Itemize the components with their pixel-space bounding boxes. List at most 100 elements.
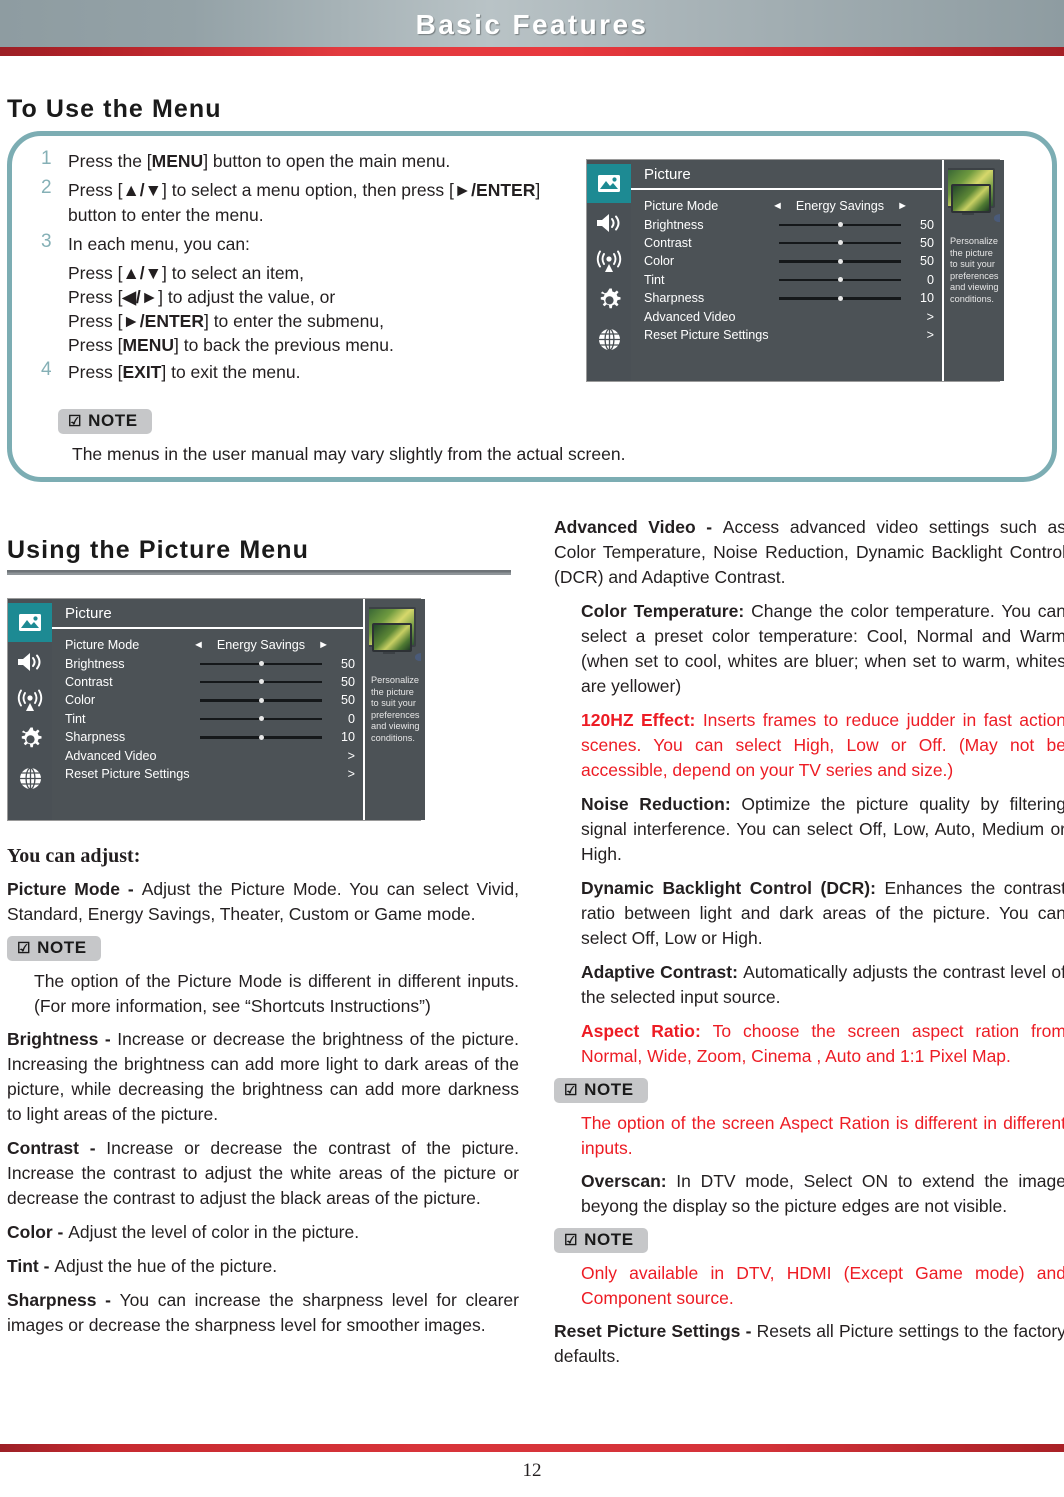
definition-noise-reduction: Noise Reduction: Optimize the picture qu… [581, 794, 1064, 864]
osd-row[interactable]: Picture Mode ◄ Energy Savings ► [631, 197, 942, 215]
osd-title: Picture [52, 599, 363, 629]
osd-slider[interactable] [200, 694, 322, 706]
osd-slider[interactable] [779, 219, 901, 231]
monitor-small-icon [951, 184, 991, 213]
slider-knob[interactable] [837, 258, 843, 264]
osd-slider[interactable] [779, 255, 901, 267]
slider-knob[interactable] [837, 295, 843, 301]
step-text: Press [EXIT] to exit the menu. [68, 362, 301, 382]
osd-slider[interactable] [200, 713, 322, 725]
chevron-left-icon[interactable]: ◄ [772, 200, 783, 212]
list-item: 1 Press the [MENU] button to open the ma… [41, 148, 561, 174]
slider-knob[interactable] [258, 697, 264, 703]
checkbox-check-icon: ☑ [17, 940, 32, 957]
definition-sharpness: Sharpness - You can increase the sharpne… [7, 1290, 519, 1335]
osd-row[interactable]: Picture Mode ◄ Energy Savings ► [52, 636, 363, 654]
osd-row-label: Contrast [65, 674, 113, 689]
section-divider [7, 570, 511, 575]
osd-rail-gear-icon[interactable] [587, 281, 631, 320]
osd-row-value: Energy Savings [216, 638, 306, 653]
osd-row-value: > [926, 309, 934, 324]
osd-rail-globe-icon[interactable] [8, 759, 52, 798]
osd-slider[interactable] [779, 237, 901, 249]
slider-knob[interactable] [837, 277, 843, 283]
osd-row-control [193, 673, 329, 691]
osd-row-control [193, 654, 329, 672]
mouse-icon [415, 653, 421, 661]
osd-slider[interactable] [779, 274, 901, 286]
osd-help-text: Personalize the picture to suit your pre… [371, 675, 420, 743]
osd-row[interactable]: Contrast 50 [631, 234, 942, 252]
osd-icon-rail [8, 599, 52, 820]
osd-row-value: 50 [340, 656, 355, 671]
note-label: NOTE [37, 938, 87, 957]
osd-rail-speaker-icon[interactable] [8, 642, 52, 681]
osd-row-label: Brightness [65, 656, 125, 671]
osd-row-label: Brightness [644, 217, 704, 232]
osd-row[interactable]: Sharpness 10 [52, 728, 363, 746]
osd-row-control: ◄ Energy Savings ► [193, 636, 329, 654]
step-text: In each menu, you can: [68, 234, 250, 254]
osd-rail-gear-icon[interactable] [8, 720, 52, 759]
slider-knob[interactable] [258, 716, 264, 722]
osd-row-control [772, 326, 908, 344]
section-heading-to-use-the-menu: To Use the Menu [7, 95, 222, 123]
osd-row-value: 50 [919, 217, 934, 232]
slider-knob[interactable] [837, 240, 843, 246]
step-3-sublines: Press [▲/▼] to select an item, Press [◀/►… [68, 263, 394, 355]
osd-row-label: Reset Picture Settings [65, 766, 190, 781]
definition-color: Color - Adjust the level of color in the… [7, 1222, 360, 1242]
osd-row-value: > [347, 748, 355, 763]
osd-row-label: Contrast [644, 235, 692, 250]
osd-slider[interactable] [200, 731, 322, 743]
osd-preview-thumbnail-icon [369, 603, 421, 669]
step-text: Press the [MENU] button to open the main… [68, 151, 451, 171]
osd-row[interactable]: Tint 0 [631, 271, 942, 289]
osd-rail-antenna-icon[interactable] [587, 242, 631, 281]
step-number: 4 [41, 359, 52, 380]
osd-row[interactable]: Sharpness 10 [631, 289, 942, 307]
osd-row[interactable]: Color 50 [631, 252, 942, 270]
osd-row-control [772, 271, 908, 289]
osd-rail-speaker-icon[interactable] [587, 203, 631, 242]
osd-preview-thumbnail-icon [948, 164, 1000, 230]
osd-icon-rail [587, 160, 631, 381]
osd-help-panel: Personalize the picture to suit your pre… [363, 599, 425, 820]
osd-slider[interactable] [200, 676, 322, 688]
osd-row[interactable]: Tint 0 [52, 710, 363, 728]
osd-title: Picture [631, 160, 942, 190]
osd-row[interactable]: Color 50 [52, 691, 363, 709]
note-block-menus-vary: ☑ NOTE The menus in the user manual may v… [58, 409, 678, 467]
chevron-right-icon[interactable]: ► [318, 639, 329, 651]
osd-rail-picture-icon[interactable] [587, 164, 631, 203]
osd-rail-antenna-icon[interactable] [8, 681, 52, 720]
osd-row-label: Color [65, 693, 96, 708]
osd-row-control: ◄ Energy Savings ► [772, 197, 908, 215]
osd-row[interactable]: Advanced Video > [631, 307, 942, 325]
slider-knob[interactable] [837, 222, 843, 228]
slider-knob[interactable] [258, 679, 264, 685]
monitor-small-icon [372, 623, 412, 652]
osd-rail-globe-icon[interactable] [587, 320, 631, 359]
slider-knob[interactable] [258, 734, 264, 740]
osd-row[interactable]: Advanced Video > [52, 746, 363, 764]
osd-slider[interactable] [200, 658, 322, 670]
slider-knob[interactable] [258, 661, 264, 667]
note-block-picture-mode: ☑ NOTE The option of the Picture Mode is … [7, 936, 519, 1019]
definition-120hz-effect: 120HZ Effect: Inserts frames to reduce j… [581, 710, 1064, 780]
osd-slider[interactable] [779, 292, 901, 304]
chevron-left-icon[interactable]: ◄ [193, 639, 204, 651]
osd-row-control [193, 765, 329, 783]
osd-row[interactable]: Reset Picture Settings > [52, 765, 363, 783]
osd-row[interactable]: Brightness 50 [631, 215, 942, 233]
osd-row-value: 0 [347, 711, 355, 726]
chevron-right-icon[interactable]: ► [897, 200, 908, 212]
osd-rail-picture-icon[interactable] [8, 603, 52, 642]
osd-row[interactable]: Contrast 50 [52, 673, 363, 691]
checkbox-check-icon: ☑ [564, 1232, 579, 1249]
osd-row[interactable]: Brightness 50 [52, 654, 363, 672]
step-number: 3 [41, 231, 52, 252]
step-text: Press [▲/▼] to select a menu option, the… [68, 180, 541, 225]
osd-row[interactable]: Reset Picture Settings > [631, 326, 942, 344]
step-number: 1 [41, 148, 52, 169]
